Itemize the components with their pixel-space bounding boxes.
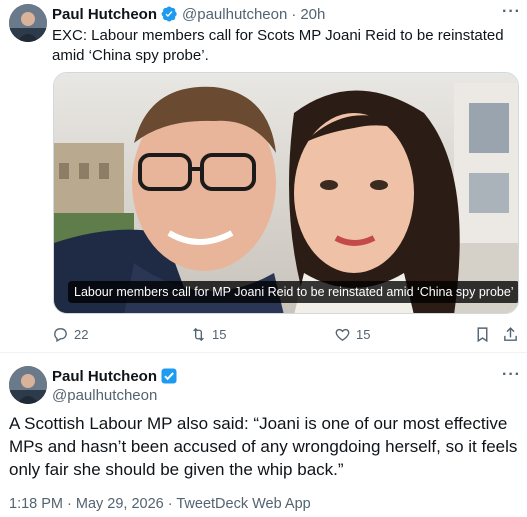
tweet-text: EXC: Labour members call for Scots MP Jo… [52, 27, 504, 64]
tweet-divider [0, 352, 527, 353]
reply-button[interactable]: 22 [52, 326, 88, 343]
reply-text: A Scottish Labour MP also said: “Joani i… [9, 414, 518, 479]
verified-badge-icon [160, 5, 178, 23]
reply-author-handle[interactable]: @paulhutcheon [52, 387, 177, 404]
reply-author-avatar[interactable] [9, 366, 47, 404]
photo-two-people [54, 73, 518, 313]
like-count: 15 [356, 327, 371, 342]
reply-count: 22 [74, 327, 89, 342]
reply-more-options-icon[interactable]: ··· [502, 366, 521, 384]
media-caption: Labour members call for MP Joani Reid to… [68, 281, 518, 303]
tweet-actions: 22 15 15 [52, 326, 522, 348]
reply-author-name[interactable]: Paul Hutcheon [52, 368, 157, 385]
author-avatar[interactable] [9, 4, 47, 42]
quoted-tweet[interactable]: Paul Hutcheon @paulhutcheon · 20h ··· EX… [0, 0, 527, 352]
reply-icon [54, 328, 67, 343]
retweet-count: 15 [212, 327, 227, 342]
tweet-media-image[interactable]: Labour members call for MP Joani Reid to… [53, 72, 519, 314]
author-handle[interactable]: @paulhutcheon [182, 6, 287, 23]
bookmark-icon [477, 327, 488, 343]
heart-icon [335, 328, 350, 341]
reply-timestamp[interactable]: 1:18 PM · May 29, 2026 · TweetDeck Web A… [9, 496, 311, 512]
tweet-time[interactable]: 20h [300, 6, 325, 23]
share-button[interactable] [502, 326, 524, 343]
like-button[interactable]: 15 [334, 326, 370, 343]
more-options-icon[interactable]: ··· [502, 3, 521, 21]
reply-header: Paul Hutcheon @paulhutcheon [52, 366, 177, 404]
retweet-button[interactable]: 15 [190, 326, 226, 343]
tweet-header: Paul Hutcheon @paulhutcheon · 20h [52, 4, 325, 24]
verified-badge-icon [161, 368, 177, 384]
bookmark-button[interactable] [474, 326, 496, 343]
separator-dot: · [291, 5, 297, 23]
author-name[interactable]: Paul Hutcheon [52, 6, 157, 23]
retweet-icon [193, 327, 204, 342]
share-icon [504, 327, 517, 341]
